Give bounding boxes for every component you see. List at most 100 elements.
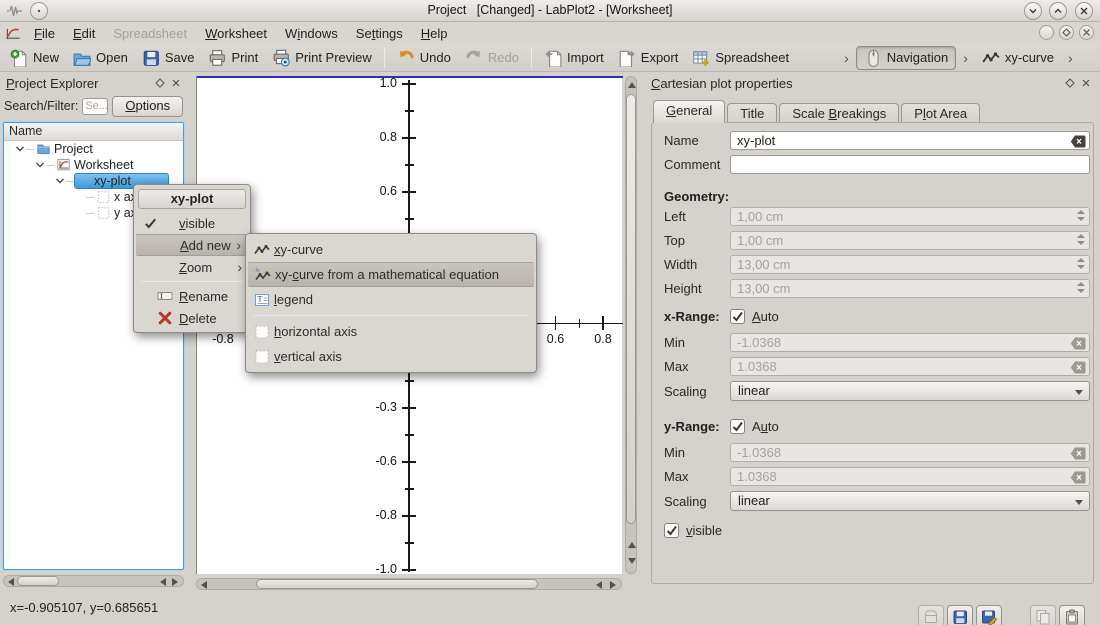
y-axis-minor-tick xyxy=(405,488,414,489)
axis-box-icon xyxy=(254,349,270,365)
dock-float-icon[interactable] xyxy=(1062,75,1078,91)
close-button[interactable] xyxy=(1075,2,1093,20)
open-folder-icon xyxy=(73,49,91,67)
dock-close-icon[interactable] xyxy=(168,75,184,91)
options-button[interactable]: Options xyxy=(112,96,183,117)
spreadsheet-button[interactable]: Spreadsheet xyxy=(685,46,796,70)
toolbar-overflow-chevron-icon[interactable]: › xyxy=(844,50,849,66)
y-auto-checkbox[interactable] xyxy=(730,419,745,434)
menu-help[interactable]: Help xyxy=(412,24,457,43)
clear-icon xyxy=(1070,337,1086,350)
x-min-label: Min xyxy=(664,335,730,350)
tab-plot-area[interactable]: Plot Area xyxy=(901,103,980,123)
y-axis-minor-tick xyxy=(405,380,414,381)
ws-hscroll-right-arrow-icon[interactable] xyxy=(610,581,616,589)
tree-item-worksheet[interactable]: Worksheet xyxy=(4,157,183,173)
worksheet-vertical-scrollbar[interactable] xyxy=(624,76,638,574)
x-auto-checkbox[interactable] xyxy=(730,309,745,324)
toolbar-separator xyxy=(384,48,385,68)
import-button[interactable]: Import xyxy=(537,46,611,70)
combo-arrow-icon xyxy=(1075,390,1083,395)
navigation-button[interactable]: Navigation xyxy=(856,46,956,70)
y-axis-major-tick xyxy=(402,83,416,85)
menu-settings[interactable]: Settings xyxy=(347,24,412,43)
menu-windows[interactable]: Windows xyxy=(276,24,347,43)
menu-item-rename[interactable]: Rename xyxy=(135,285,249,307)
undo-button[interactable]: Undo xyxy=(390,46,458,70)
tab-scale-breakings[interactable]: Scale Breakings xyxy=(779,103,899,123)
save-button[interactable]: Save xyxy=(135,46,202,70)
search-input[interactable]: Se... xyxy=(82,98,108,115)
ws-hscroll-left-arrow-icon[interactable] xyxy=(201,581,207,589)
menu-item-visible[interactable]: visible xyxy=(135,212,249,234)
tab-general[interactable]: General xyxy=(653,100,725,123)
menu-item-legend[interactable]: Tlegend xyxy=(247,287,535,312)
expander-chevron-icon[interactable] xyxy=(34,159,46,171)
mdi-close-button[interactable] xyxy=(1079,25,1094,40)
y-axis-tick-label: 0.8 xyxy=(355,130,397,144)
x-scaling-combobox[interactable]: linear xyxy=(730,381,1090,401)
maximize-button[interactable] xyxy=(1049,2,1067,20)
new-button[interactable]: New xyxy=(3,46,66,70)
menu-item-horizontal-axis[interactable]: horizontal axis xyxy=(247,319,535,344)
rename-icon xyxy=(157,288,173,304)
menu-item-zoom[interactable]: Zoom› xyxy=(135,256,249,278)
tree-header-name[interactable]: Name xyxy=(4,123,183,141)
expander-chevron-icon[interactable] xyxy=(54,175,66,187)
x-scaling-row: Scalinglinear xyxy=(664,381,1090,401)
y-axis-major-tick xyxy=(402,137,416,139)
tree-hscroll-right-arrow-icon[interactable] xyxy=(172,578,178,586)
open-button[interactable]: Open xyxy=(66,46,135,70)
ws-vscroll-up2-arrow-icon[interactable] xyxy=(628,542,636,548)
tree-hscroll-left-arrow-icon[interactable] xyxy=(8,578,14,586)
ws-vscroll-down-arrow-icon[interactable] xyxy=(628,558,636,564)
menu-item-xy-curve[interactable]: xy-curve xyxy=(247,237,535,262)
redo-button: Redo xyxy=(458,46,526,70)
tree-hscroll-thumb[interactable] xyxy=(17,576,59,586)
x-max-field: 1.0368 xyxy=(730,357,1090,376)
delete-icon xyxy=(157,310,173,326)
dock-close-icon[interactable] xyxy=(1078,75,1094,91)
x-range-heading: x-Range: xyxy=(664,309,730,324)
tree-item-project[interactable]: Project xyxy=(4,141,183,157)
y-axis-tick-label: -0.6 xyxy=(355,454,397,468)
comment-field[interactable] xyxy=(730,155,1090,174)
ws-hscroll-thumb[interactable] xyxy=(256,579,538,589)
expander-chevron-icon[interactable] xyxy=(14,143,26,155)
worksheet-horizontal-scrollbar[interactable] xyxy=(196,576,622,591)
tree-horizontal-scrollbar[interactable] xyxy=(3,573,184,588)
export-button[interactable]: Export xyxy=(611,46,686,70)
project-explorer-title: Project Explorer xyxy=(6,76,152,91)
menu-item-delete[interactable]: Delete xyxy=(135,307,249,329)
name-field[interactable]: xy-plot xyxy=(730,131,1090,150)
menu-file[interactable]: File xyxy=(25,24,64,43)
ws-vscroll-up-arrow-icon[interactable] xyxy=(628,82,636,88)
clear-icon[interactable] xyxy=(1070,135,1086,148)
ws-vscroll-thumb[interactable] xyxy=(626,94,636,524)
toolbar-overflow-chevron-icon[interactable]: › xyxy=(1068,50,1073,66)
geometry-heading: Geometry: xyxy=(664,189,729,204)
menu-item-xy-curve-from-a-mathematical-equation[interactable]: fxxy-curve from a mathematical equation xyxy=(248,262,534,287)
visible-checkbox[interactable] xyxy=(664,523,679,538)
menu-edit[interactable]: Edit xyxy=(64,24,104,43)
menu-item-vertical-axis[interactable]: vertical axis xyxy=(247,344,535,369)
xy-curve-button[interactable]: xy-curve xyxy=(975,46,1061,70)
menu-item-add-new[interactable]: Add new› xyxy=(136,234,248,256)
toolbar-overflow-chevron-icon[interactable]: › xyxy=(963,50,968,66)
print-preview-button[interactable]: Print Preview xyxy=(265,46,379,70)
y-axis-minor-tick xyxy=(405,434,414,435)
mdi-minimize-button[interactable] xyxy=(1039,25,1054,40)
menu-worksheet[interactable]: Worksheet xyxy=(196,24,276,43)
left-label: Left xyxy=(664,209,730,224)
y-scaling-combobox[interactable]: linear xyxy=(730,491,1090,511)
tab-title[interactable]: Title xyxy=(727,103,777,123)
submenu-arrow-icon: › xyxy=(236,238,241,252)
toolbar: NewOpenSavePrintPrint Preview UndoRedo Imp… xyxy=(0,44,1100,72)
ws-hscroll-left2-arrow-icon[interactable] xyxy=(596,581,602,589)
mdi-restore-button[interactable] xyxy=(1059,25,1074,40)
shade-button[interactable] xyxy=(1024,2,1042,20)
tree-hscroll-left2-arrow-icon[interactable] xyxy=(160,578,166,586)
dock-float-icon[interactable] xyxy=(152,75,168,91)
print-button[interactable]: Print xyxy=(201,46,265,70)
clear-icon xyxy=(1070,471,1086,484)
